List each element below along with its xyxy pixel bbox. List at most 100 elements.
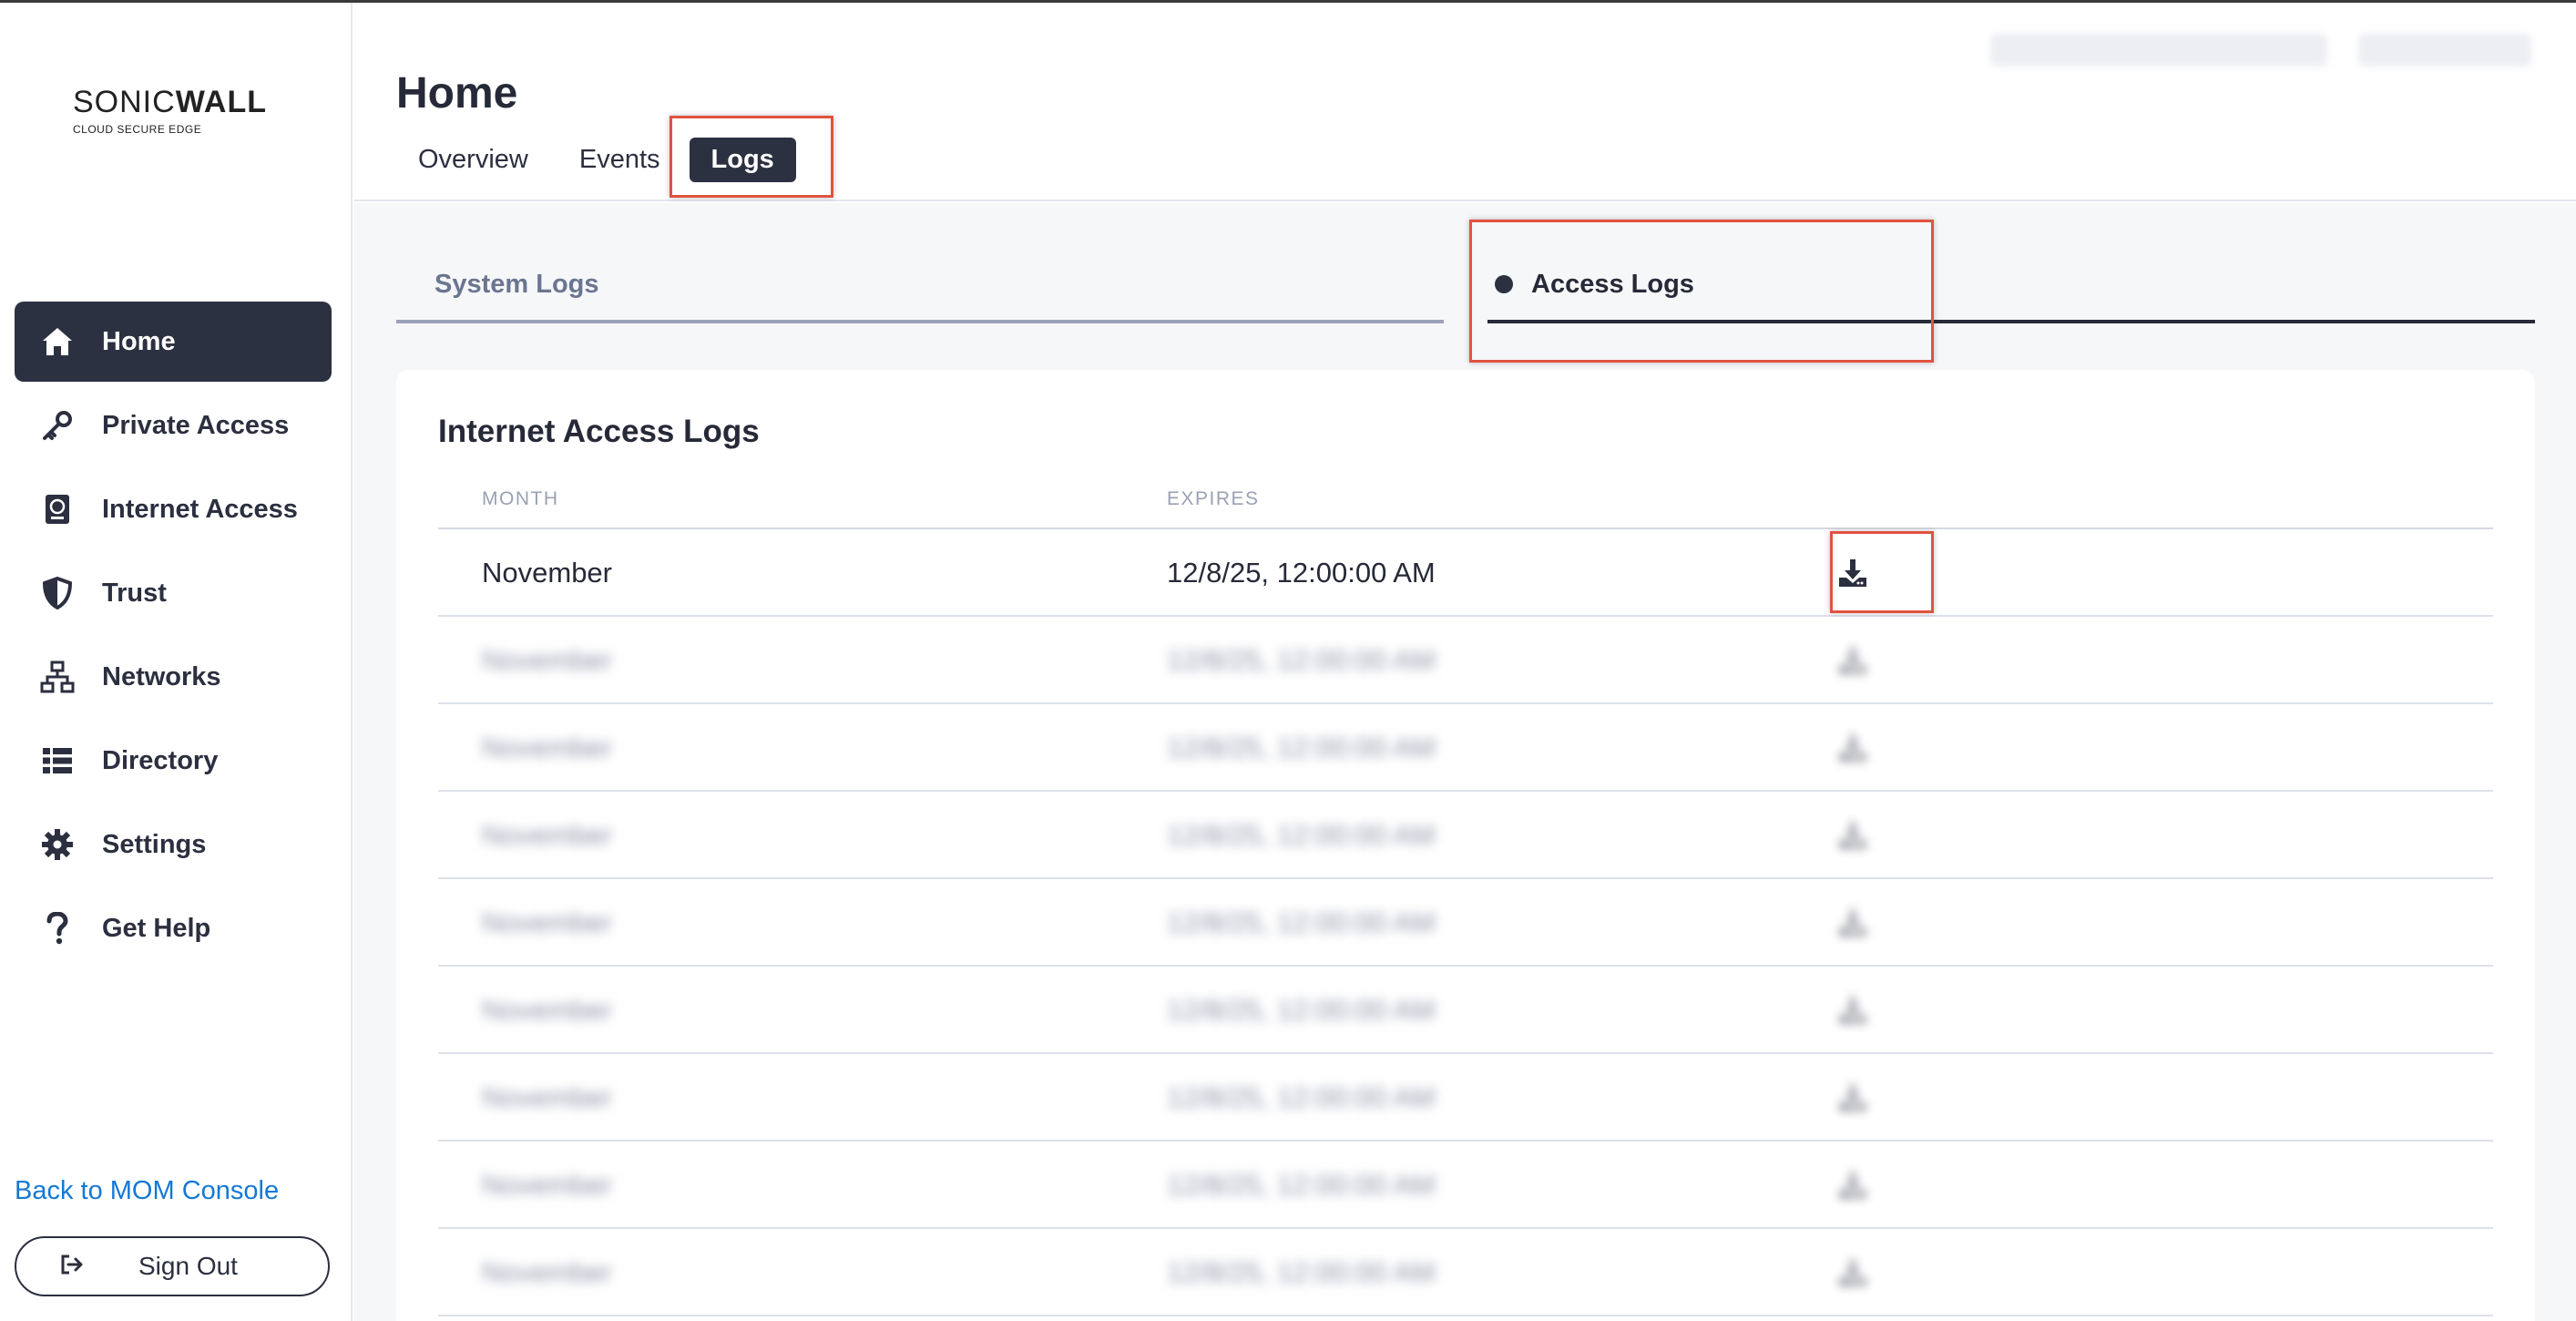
sidebar-nav: Home Private Access Internet Access Trus… (15, 302, 332, 972)
table-row: November 12/8/25, 12:00:00 AM (438, 967, 2493, 1054)
column-header-month: MONTH (482, 488, 559, 509)
logo-subtitle: CLOUD SECURE EDGE (73, 123, 202, 136)
download-icon (1839, 1259, 1866, 1286)
card-title: Internet Access Logs (438, 414, 760, 449)
cell-month: November (482, 557, 612, 589)
redacted-org-selector[interactable] (1990, 34, 2327, 67)
table-header: MONTH EXPIRES (438, 470, 2493, 529)
page-title: Home (396, 69, 518, 118)
table-row: November 12/8/25, 12:00:00 AM (438, 617, 2493, 704)
main-content: System Logs Access Logs Internet Access … (354, 203, 2576, 1321)
sidebar-item-label: Private Access (102, 410, 290, 440)
internet-access-logs-card: Internet Access Logs MONTH EXPIRES Novem… (396, 370, 2535, 1321)
table-body: November 12/8/25, 12:00:00 AM November 12/8… (438, 529, 2493, 1316)
tab-overview[interactable]: Overview (396, 138, 550, 182)
sidebar-item-label: Home (102, 326, 176, 356)
cell-month: November (482, 1081, 612, 1113)
cell-expires: 12/8/25, 12:00:00 AM (1167, 1169, 1436, 1201)
log-type-tabs: System Logs Access Logs (396, 249, 2535, 323)
sidebar-item-label: Settings (102, 829, 207, 859)
download-button[interactable] (1833, 990, 1873, 1030)
cell-expires: 12/8/25, 12:00:00 AM (1167, 906, 1436, 938)
cell-month: November (482, 819, 612, 851)
sidebar-item-home[interactable]: Home (15, 302, 332, 382)
sidebar-item-directory[interactable]: Directory (15, 721, 332, 801)
cell-expires: 12/8/25, 12:00:00 AM (1167, 1256, 1436, 1288)
download-icon (1839, 909, 1866, 937)
home-icon (40, 324, 75, 359)
page-tabs: Overview Events Logs (396, 138, 803, 182)
tab-access-logs[interactable]: Access Logs (1487, 249, 2535, 323)
passport-icon (40, 492, 75, 527)
tab-system-logs[interactable]: System Logs (396, 249, 1444, 323)
gear-icon (40, 827, 75, 862)
sidebar-item-internet-access[interactable]: Internet Access (15, 469, 332, 549)
cell-month: November (482, 994, 612, 1026)
sign-out-label: Sign Out (138, 1252, 238, 1280)
table-row: November 12/8/25, 12:00:00 AM (438, 1142, 2493, 1229)
cell-month: November (482, 644, 612, 676)
shield-icon (40, 576, 75, 610)
column-header-expires: EXPIRES (1167, 488, 1260, 509)
download-button[interactable] (1833, 553, 1873, 593)
download-icon (1839, 1084, 1866, 1111)
download-button[interactable] (1833, 815, 1873, 855)
sign-out-button[interactable]: Sign Out (15, 1236, 330, 1296)
cell-expires: 12/8/25, 12:00:00 AM (1167, 732, 1436, 763)
sign-out-icon (60, 1254, 84, 1280)
download-icon (1839, 734, 1866, 762)
logo-word-b: WALL (175, 85, 267, 119)
download-button[interactable] (1833, 728, 1873, 768)
tab-logs[interactable]: Logs (689, 138, 796, 182)
cell-expires: 12/8/25, 12:00:00 AM (1167, 644, 1436, 676)
table-row: November 12/8/25, 12:00:00 AM (438, 704, 2493, 792)
table-row: November 12/8/25, 12:00:00 AM (438, 1229, 2493, 1316)
table-row: November 12/8/25, 12:00:00 AM (438, 529, 2493, 617)
sidebar-item-label: Directory (102, 745, 219, 775)
tab-system-logs-label: System Logs (434, 269, 599, 299)
download-button[interactable] (1833, 903, 1873, 943)
logo-word-a: SONIC (73, 85, 176, 119)
sidebar-item-label: Trust (102, 578, 167, 608)
table-row: November 12/8/25, 12:00:00 AM (438, 879, 2493, 967)
sidebar-item-label: Get Help (102, 913, 211, 943)
list-icon (40, 743, 75, 778)
active-dot-icon (1495, 275, 1513, 293)
logo-wordmark: SONICWALL (73, 87, 267, 118)
sidebar-item-private-access[interactable]: Private Access (15, 385, 332, 466)
download-icon (1839, 647, 1866, 674)
download-icon (1839, 997, 1866, 1024)
question-icon (40, 911, 75, 946)
network-icon (40, 660, 75, 694)
cell-expires: 12/8/25, 12:00:00 AM (1167, 557, 1436, 589)
tab-access-logs-label: Access Logs (1531, 269, 1694, 299)
cell-expires: 12/8/25, 12:00:00 AM (1167, 994, 1436, 1026)
sidebar-item-get-help[interactable]: Get Help (15, 888, 332, 968)
cell-expires: 12/8/25, 12:00:00 AM (1167, 1081, 1436, 1113)
sidebar-item-trust[interactable]: Trust (15, 553, 332, 633)
sidebar-item-settings[interactable]: Settings (15, 804, 332, 885)
download-button[interactable] (1833, 1165, 1873, 1205)
sidebar-item-label: Internet Access (102, 494, 298, 524)
back-to-mom-console-link[interactable]: Back to MOM Console (15, 1176, 279, 1206)
cell-month: November (482, 1256, 612, 1288)
redacted-user-menu[interactable] (2358, 34, 2531, 67)
cell-expires: 12/8/25, 12:00:00 AM (1167, 819, 1436, 851)
download-button[interactable] (1833, 640, 1873, 681)
download-icon (1839, 822, 1866, 849)
sidebar: SONICWALL CLOUD SECURE EDGE Home Private… (0, 3, 353, 1321)
tab-events[interactable]: Events (557, 138, 682, 182)
sidebar-item-label: Networks (102, 661, 221, 691)
page-header: Home Overview Events Logs (354, 3, 2576, 201)
logs-table: MONTH EXPIRES November 12/8/25, 12:00:00 … (438, 470, 2493, 1316)
cell-month: November (482, 732, 612, 763)
download-button[interactable] (1833, 1078, 1873, 1118)
cell-month: November (482, 1169, 612, 1201)
download-icon (1839, 1172, 1866, 1199)
download-button[interactable] (1833, 1253, 1873, 1293)
sidebar-item-networks[interactable]: Networks (15, 637, 332, 717)
cell-month: November (482, 906, 612, 938)
table-row: November 12/8/25, 12:00:00 AM (438, 792, 2493, 879)
key-icon (40, 408, 75, 443)
table-row: November 12/8/25, 12:00:00 AM (438, 1054, 2493, 1142)
